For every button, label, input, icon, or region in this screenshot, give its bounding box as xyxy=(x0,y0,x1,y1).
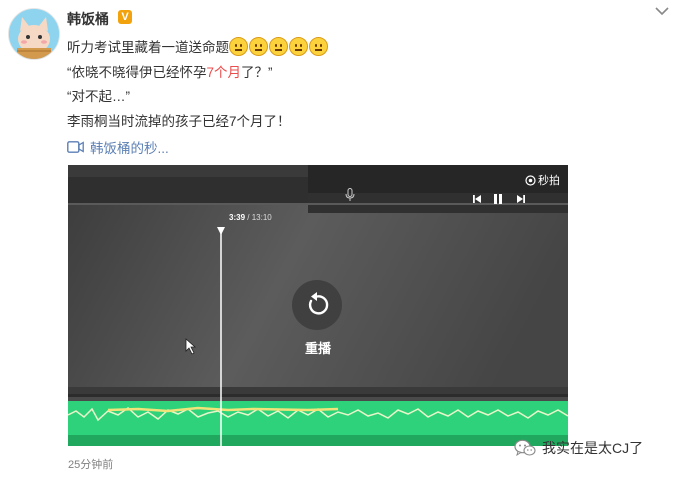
post-line-4: 李雨桐当时流掉的孩子已经7个月了！ xyxy=(67,113,291,129)
total-time: 13:10 xyxy=(251,213,272,222)
playback-time: 3:39 / 13:10 xyxy=(229,213,272,222)
smile-emoji-icon xyxy=(269,37,288,56)
watermark-label: 秒拍 xyxy=(538,175,560,187)
smile-emoji-icon xyxy=(289,37,308,56)
cartoon-cat-avatar-icon xyxy=(9,9,59,59)
wechat-watermark: 我实在是太CJ了 xyxy=(514,438,643,458)
author-name[interactable]: 韩饭桶 xyxy=(67,9,109,29)
post-line-2-before: “依晓不晓得伊已经怀孕 xyxy=(67,64,207,80)
post-body: 听力考试里藏着一道送命题 “依晓不晓得伊已经怀孕7个月了？” “对不起…” 李雨… xyxy=(67,36,329,134)
replay-button[interactable] xyxy=(292,280,342,330)
chevron-down-icon[interactable] xyxy=(654,4,670,18)
pause-icon[interactable] xyxy=(492,193,504,205)
video-player[interactable]: 3:39 / 13:10 秒拍 重播 xyxy=(68,165,568,446)
smile-emoji-icon xyxy=(249,37,268,56)
verified-badge-icon: V xyxy=(118,10,132,24)
video-link-label[interactable]: 韩饭桶的秒... xyxy=(90,137,169,157)
microphone-icon xyxy=(345,188,355,201)
replay-label[interactable]: 重播 xyxy=(292,338,344,357)
next-icon[interactable] xyxy=(516,194,526,204)
wechat-account-name: 我实在是太CJ了 xyxy=(542,440,644,456)
previous-icon[interactable] xyxy=(472,194,482,204)
replay-icon xyxy=(308,292,329,315)
camera-icon xyxy=(525,174,536,186)
post-line-2-after: 了？” xyxy=(241,64,273,80)
avatar[interactable] xyxy=(8,8,60,60)
current-time: 3:39 xyxy=(229,213,246,222)
post-timestamp: 25分钟前 xyxy=(68,459,114,471)
video-watermark: 秒拍 xyxy=(525,172,560,188)
post-highlight: 7个月 xyxy=(206,64,242,80)
post-line-1-text: 听力考试里藏着一道送命题 xyxy=(67,40,229,55)
wechat-icon xyxy=(514,439,536,457)
post-line-2: “依晓不晓得伊已经怀孕7个月了？” xyxy=(67,61,329,86)
post-line-1: 听力考试里藏着一道送命题 xyxy=(67,36,329,61)
smile-emoji-icon xyxy=(229,37,248,56)
video-link[interactable]: 韩饭桶的秒... xyxy=(67,137,169,157)
smile-emoji-icon xyxy=(309,37,328,56)
time-separator: / xyxy=(247,213,250,222)
video-camera-icon xyxy=(67,141,84,153)
post-line-3: “对不起…” xyxy=(67,89,130,104)
